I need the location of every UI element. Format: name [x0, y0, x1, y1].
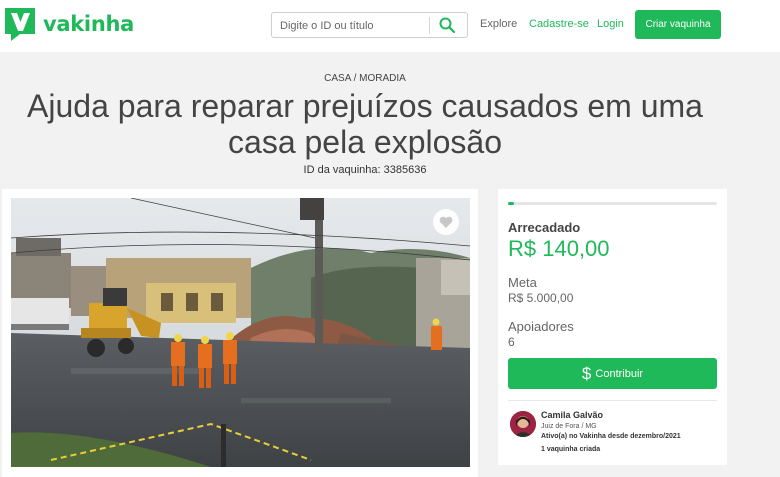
raised-label: Arrecadado	[508, 220, 581, 235]
funding-progress-bar	[508, 202, 717, 205]
search-divider	[429, 17, 430, 34]
donation-card: Arrecadado R$ 140,00 Meta R$ 5.000,00 Ap…	[498, 189, 727, 465]
campaign-category[interactable]: CASA / MORADIA	[0, 73, 730, 84]
goal-value: R$ 5.000,00	[508, 291, 574, 305]
contribute-label: Contribuir	[595, 367, 644, 380]
organizer-active-since: Ativo(a) no Vakinha desde dezembro/2021	[541, 433, 681, 440]
create-campaign-button[interactable]: Criar vaquinha	[635, 10, 721, 39]
search-box	[271, 12, 468, 38]
brand-name: vakinha	[43, 12, 134, 36]
funding-progress-fill	[508, 202, 514, 205]
nav-explore-link[interactable]: Explore	[480, 18, 517, 30]
organizer-campaign-count: 1 vaquinha criada	[541, 446, 601, 453]
organizer-avatar[interactable]	[510, 411, 536, 437]
search-icon[interactable]	[438, 16, 456, 34]
nav-login-link[interactable]: Login	[597, 18, 624, 30]
campaign-id: ID da vaquinha: 3385636	[303, 164, 427, 176]
search-input[interactable]	[280, 17, 430, 34]
top-header: vakinha Explore Cadastre-se Login Criar …	[0, 0, 780, 52]
supporters-value: 6	[508, 335, 515, 349]
contribute-button[interactable]: $ Contribuir	[508, 358, 717, 389]
supporters-label: Apoiadores	[508, 319, 574, 334]
organizer-name[interactable]: Camila Galvão	[541, 410, 603, 420]
divider	[508, 400, 717, 401]
nav-signup-link[interactable]: Cadastre-se	[529, 18, 589, 30]
favorite-button[interactable]	[433, 209, 459, 235]
brand-logo[interactable]: vakinha	[2, 6, 134, 42]
dollar-icon: $	[581, 363, 592, 383]
raised-value: R$ 140,00	[508, 236, 610, 261]
organizer-location: Juiz de Fora / MG	[541, 423, 597, 430]
vakinha-logo-icon	[5, 8, 35, 41]
campaign-title: Ajuda para reparar prejuízos causados em…	[27, 88, 703, 160]
heart-icon	[439, 216, 453, 228]
campaign-photo[interactable]	[11, 198, 470, 467]
campaign-image-card	[2, 189, 478, 477]
goal-label: Meta	[508, 275, 537, 290]
